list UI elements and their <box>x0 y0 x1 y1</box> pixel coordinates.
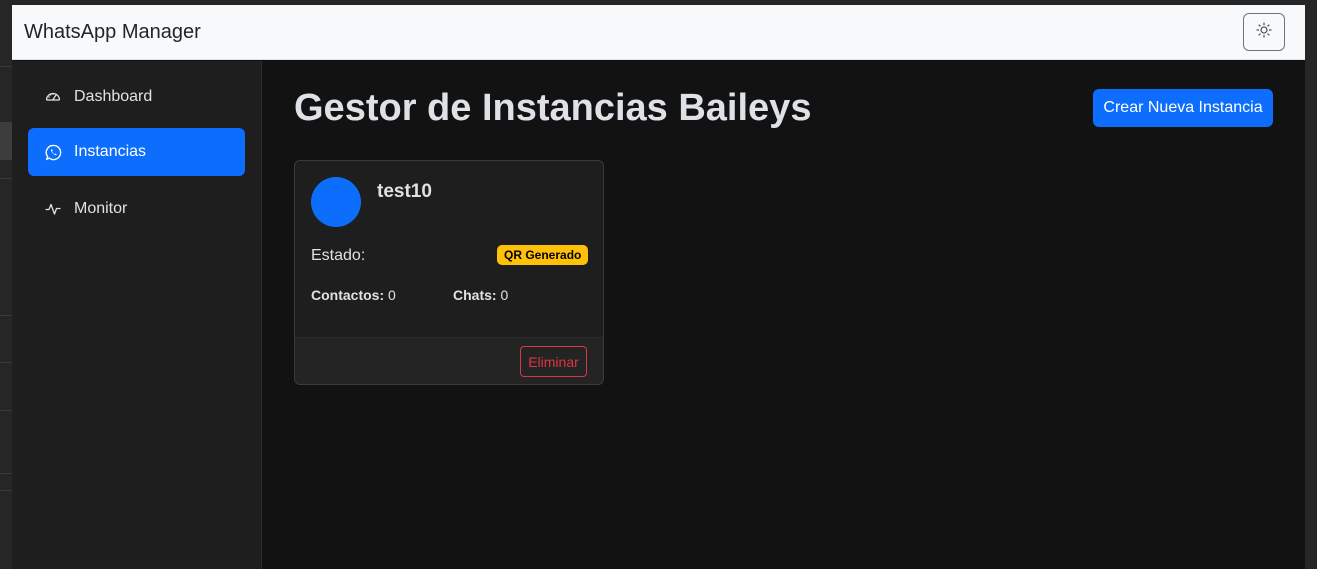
theme-toggle-button[interactable] <box>1243 13 1285 51</box>
delete-button[interactable]: Eliminar <box>520 346 587 377</box>
chats-stat: Chats: 0 <box>453 287 508 303</box>
contacts-label: Contactos: <box>311 287 385 303</box>
navbar-brand[interactable]: WhatsApp Manager <box>24 21 201 44</box>
instance-name: test10 <box>377 181 432 202</box>
sidebar-item-monitor[interactable]: Monitor <box>28 185 245 233</box>
card-footer: Eliminar <box>295 337 603 384</box>
main-content: Gestor de Instancias Baileys Crear Nueva… <box>263 61 1305 569</box>
status-badge: QR Generado <box>497 245 589 265</box>
contacts-stat: Contactos: 0 <box>311 287 396 303</box>
whatsapp-icon <box>44 143 62 161</box>
sidebar-item-label: Instancias <box>74 143 147 160</box>
chats-label: Chats: <box>453 287 497 303</box>
app-window: WhatsApp Manager Dashboard Instancias Mo… <box>12 5 1305 569</box>
speedometer-icon <box>44 88 62 106</box>
avatar <box>311 177 361 227</box>
sidebar-item-dashboard[interactable]: Dashboard <box>28 73 245 121</box>
sidebar-item-label: Dashboard <box>74 88 153 105</box>
create-instance-button[interactable]: Crear Nueva Instancia <box>1093 89 1273 127</box>
contacts-value: 0 <box>388 287 396 303</box>
activity-icon <box>44 200 62 218</box>
instance-card: test10 Estado: QR Generado Contactos: 0 … <box>294 160 604 385</box>
page-title: Gestor de Instancias Baileys <box>294 87 812 129</box>
background-right-strip <box>1305 0 1317 569</box>
sidebar-item-label: Monitor <box>74 200 128 217</box>
background-left-strip <box>0 0 12 569</box>
sidebar: Dashboard Instancias Monitor <box>12 61 262 569</box>
status-label: Estado: <box>311 247 366 264</box>
sidebar-item-instancias[interactable]: Instancias <box>28 128 245 176</box>
sun-icon <box>1256 21 1272 43</box>
navbar: WhatsApp Manager <box>12 5 1305 60</box>
chats-value: 0 <box>500 287 509 303</box>
